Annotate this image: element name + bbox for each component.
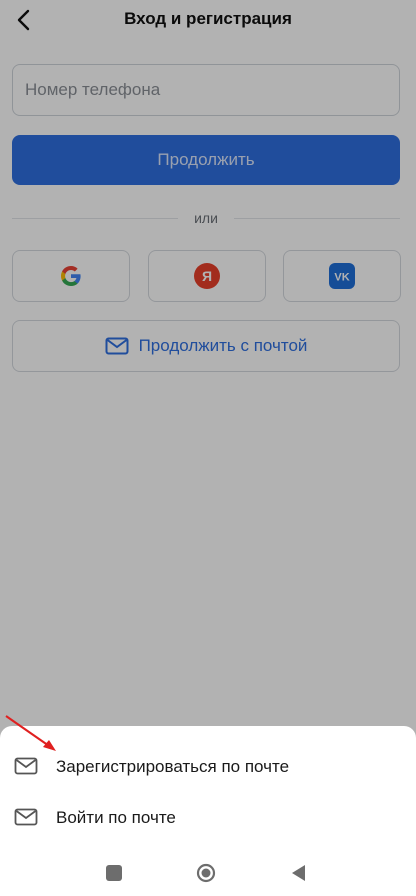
login-by-email-label: Войти по почте [56, 808, 176, 827]
home-icon[interactable] [196, 863, 216, 883]
login-by-email-option[interactable]: Войти по почте [0, 797, 416, 837]
system-nav-bar [0, 862, 416, 896]
nav-back-icon[interactable] [290, 864, 308, 882]
register-by-email-label: Зарегистрироваться по почте [56, 757, 290, 776]
annotation-arrow-icon [5, 715, 56, 751]
recent-apps-icon[interactable] [106, 865, 122, 881]
mail-icon [14, 808, 38, 826]
